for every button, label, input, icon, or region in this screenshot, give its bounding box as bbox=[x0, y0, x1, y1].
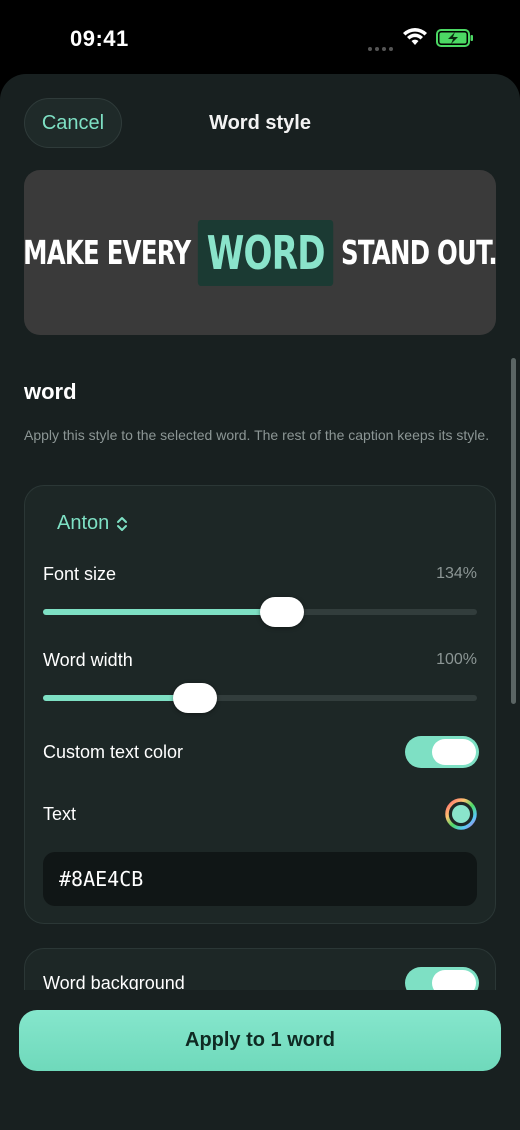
font-picker[interactable]: Anton bbox=[57, 512, 129, 535]
text-color-label: Text bbox=[43, 804, 77, 824]
section-description: Apply this style to the selected word. T… bbox=[24, 427, 490, 443]
scrollbar[interactable] bbox=[511, 358, 516, 704]
signal-icon bbox=[368, 38, 396, 51]
word-style-sheet: Cancel Word style MAKE EVERY WORD STAND … bbox=[0, 74, 520, 1130]
custom-text-color-toggle[interactable] bbox=[405, 736, 479, 768]
font-size-value: 134% bbox=[436, 565, 477, 582]
word-width-slider-thumb[interactable] bbox=[172, 683, 217, 713]
preview-text: MAKE EVERY WORD STAND OUT. bbox=[24, 170, 496, 335]
wifi-icon bbox=[403, 28, 427, 45]
word-width-slider[interactable] bbox=[43, 682, 477, 714]
caption-preview: MAKE EVERY WORD STAND OUT. bbox=[24, 170, 496, 335]
font-size-slider-fill bbox=[43, 609, 282, 615]
font-size-label: Font size bbox=[43, 564, 117, 584]
custom-text-color-label: Custom text color bbox=[43, 742, 184, 762]
chevron-updown-icon bbox=[117, 516, 128, 531]
preview-highlight-word: WORD bbox=[197, 219, 334, 286]
word-width-label: Word width bbox=[43, 650, 133, 670]
battery-icon bbox=[436, 29, 473, 47]
hex-color-input[interactable] bbox=[43, 852, 477, 906]
sheet-title: Word style bbox=[209, 112, 311, 134]
style-settings-card: Anton Font size 134% Word width 100% Cus… bbox=[24, 485, 496, 924]
font-size-slider[interactable] bbox=[43, 596, 477, 628]
font-size-slider-thumb[interactable] bbox=[259, 597, 304, 627]
font-name: Anton bbox=[57, 512, 110, 534]
color-wheel-icon[interactable] bbox=[445, 798, 477, 830]
word-width-value: 100% bbox=[436, 651, 477, 668]
section-heading: word bbox=[24, 379, 77, 404]
status-time: 09:41 bbox=[70, 26, 129, 51]
apply-button[interactable]: Apply to 1 word bbox=[19, 1010, 501, 1071]
status-bar: 09:41 bbox=[0, 0, 520, 76]
preview-text-after: STAND OUT. bbox=[341, 233, 496, 272]
preview-text-before: MAKE EVERY bbox=[24, 233, 191, 272]
